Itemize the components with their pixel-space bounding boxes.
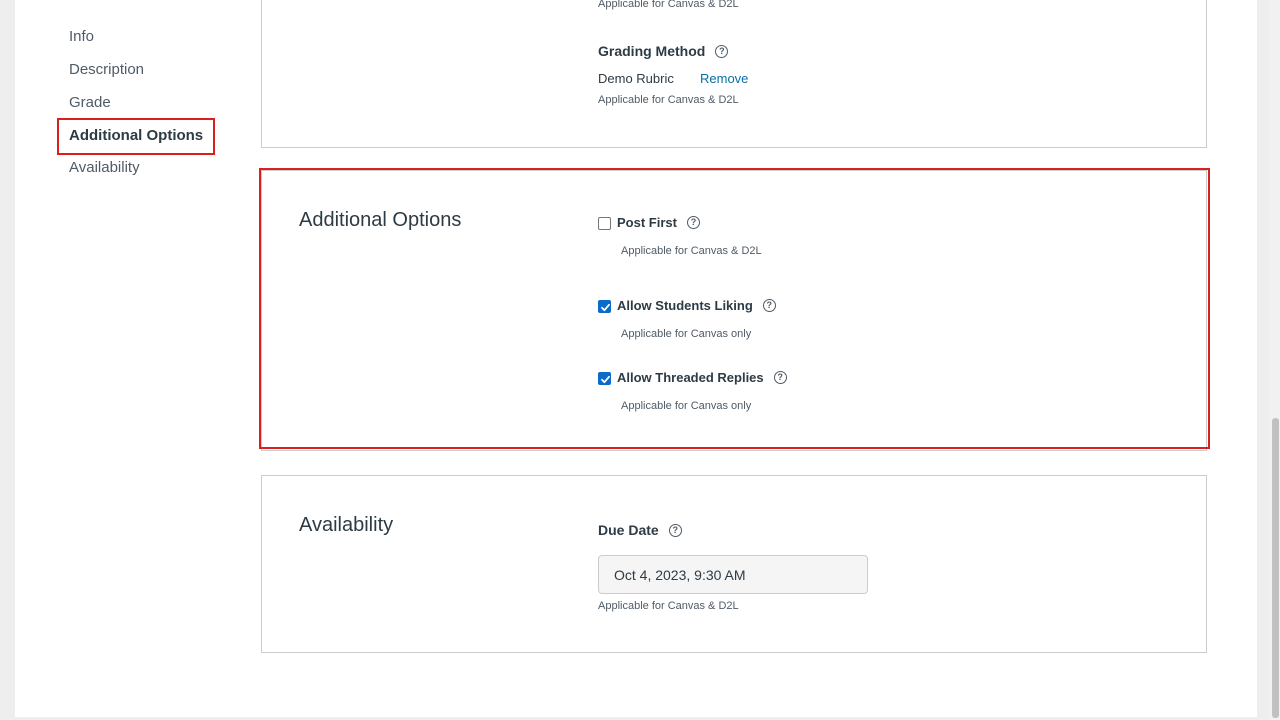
due-date-value: Oct 4, 2023, 9:30 AM <box>614 566 746 583</box>
question-circle-icon[interactable]: ? <box>773 371 787 384</box>
question-circle-icon[interactable]: ? <box>668 523 682 537</box>
nav-highlight-box <box>57 118 215 155</box>
due-date-note: Applicable for Canvas & D2L <box>598 600 739 612</box>
question-circle-icon[interactable]: ? <box>686 216 700 229</box>
post-first-label-text: Post First <box>617 215 677 230</box>
nav-item-description[interactable]: Description <box>69 61 144 78</box>
allow-students-liking-label: Allow Students Liking ? <box>617 298 776 313</box>
additional-options-title: Additional Options <box>299 209 462 231</box>
post-first-note: Applicable for Canvas & D2L <box>621 245 762 257</box>
allow-threaded-replies-note: Applicable for Canvas only <box>621 400 752 412</box>
grading-method-value: Demo Rubric <box>598 71 674 86</box>
remove-rubric-link[interactable]: Remove <box>700 71 748 86</box>
due-date-label-text: Due Date <box>598 522 659 538</box>
grading-method-label-text: Grading Method <box>598 43 706 59</box>
scrollbar-thumb[interactable] <box>1272 418 1279 718</box>
grading-method-note: Applicable for Canvas & D2L <box>598 94 739 106</box>
question-circle-icon[interactable]: ? <box>762 299 776 312</box>
due-date-label: Due Date ? <box>598 522 682 538</box>
page-scrollbar[interactable] <box>1270 0 1280 720</box>
checkmark-icon <box>601 303 610 312</box>
checkmark-icon <box>601 375 610 384</box>
allow-threaded-replies-label: Allow Threaded Replies ? <box>617 370 787 385</box>
availability-title: Availability <box>299 514 394 536</box>
post-first-label: Post First ? <box>617 215 700 230</box>
nav-item-grade[interactable]: Grade <box>69 94 111 111</box>
nav-item-availability[interactable]: Availability <box>69 159 140 176</box>
allow-students-liking-checkbox[interactable] <box>598 300 611 313</box>
due-date-input[interactable]: Oct 4, 2023, 9:30 AM <box>598 555 868 594</box>
question-circle-icon[interactable]: ? <box>715 44 729 58</box>
post-first-checkbox[interactable] <box>598 217 611 230</box>
grade-top-note: Applicable for Canvas & D2L <box>598 0 739 10</box>
allow-students-liking-label-text: Allow Students Liking <box>617 298 753 313</box>
nav-item-info[interactable]: Info <box>69 28 94 45</box>
grading-method-label: Grading Method ? <box>598 43 729 59</box>
allow-threaded-replies-label-text: Allow Threaded Replies <box>617 370 764 385</box>
allow-threaded-replies-checkbox[interactable] <box>598 372 611 385</box>
allow-students-liking-note: Applicable for Canvas only <box>621 328 752 340</box>
